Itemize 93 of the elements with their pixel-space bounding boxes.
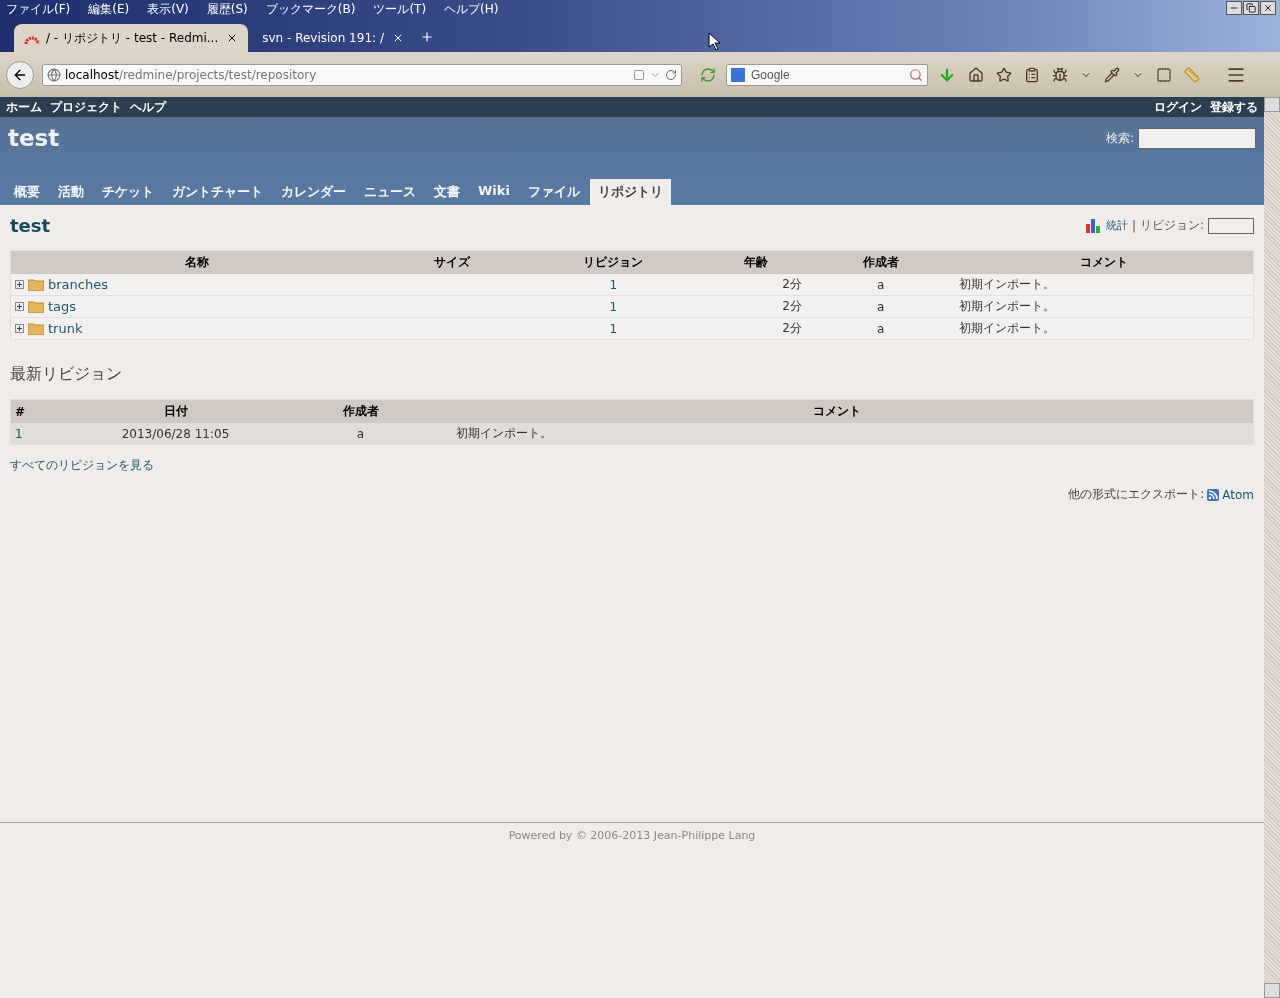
comment-cell: 初期インポート。	[420, 423, 1254, 445]
revision-field[interactable]	[1208, 217, 1254, 234]
menu-item[interactable]: 履歴(S)	[206, 0, 248, 18]
export-label: 他の形式にエクスポート:	[1068, 486, 1205, 503]
project-tab[interactable]: 活動	[50, 179, 92, 205]
comment-cell: 初期インポート。	[959, 321, 1056, 335]
age-cell: 2分	[782, 277, 802, 291]
search-icon	[909, 67, 923, 82]
author-cell: a	[876, 299, 885, 314]
revision-link[interactable]: 1	[609, 321, 618, 336]
folder-icon	[28, 322, 44, 335]
column-header: 作成者	[300, 399, 421, 423]
all-revisions-link[interactable]: すべてのリビジョンを見る	[10, 458, 154, 472]
close-button[interactable]	[1260, 1, 1276, 15]
top-menu-link[interactable]: ヘルプ	[130, 98, 166, 116]
column-header: #	[10, 399, 51, 423]
age-cell: 2分	[782, 321, 802, 335]
reload-icon	[665, 68, 677, 81]
revision-link[interactable]: 1	[15, 426, 23, 441]
project-tab[interactable]: Wiki	[470, 179, 518, 205]
top-menu-link[interactable]: ログイン	[1154, 98, 1202, 116]
url-text: localhost/redmine/projects/test/repository	[65, 67, 318, 82]
revision-link[interactable]: 1	[609, 277, 618, 292]
column-header: リビジョン	[520, 250, 707, 274]
project-tab[interactable]: ニュース	[356, 179, 424, 205]
expand-icon[interactable]	[15, 324, 24, 333]
menu-item[interactable]: ツール(T)	[373, 0, 427, 18]
restore-button[interactable]	[1243, 1, 1259, 15]
search-field[interactable]	[1138, 127, 1256, 149]
menu-item[interactable]: ヘルプ(H)	[444, 0, 499, 18]
age-cell: 2分	[782, 299, 802, 313]
menu-item[interactable]: 編集(E)	[88, 0, 130, 18]
feed-icon	[1207, 488, 1220, 501]
project-tab[interactable]: ファイル	[519, 179, 588, 205]
close-icon	[1263, 3, 1273, 13]
browser-tab[interactable]: svn - Revision 191: /	[252, 24, 414, 52]
column-header: 名称	[10, 250, 384, 274]
web-search-field[interactable]: Google	[749, 66, 905, 83]
menu-item[interactable]: 表示(V)	[147, 0, 189, 18]
column-header: サイズ	[383, 250, 521, 274]
page-title: test	[10, 215, 51, 236]
mouse-cursor-icon	[708, 32, 720, 50]
author-cell: a	[876, 321, 885, 336]
project-tab[interactable]: チケット	[94, 179, 162, 205]
search-engine-icon	[731, 67, 745, 82]
project-tab[interactable]: 文書	[426, 179, 468, 205]
comment-cell: 初期インポート。	[959, 277, 1056, 291]
restore-icon	[1246, 3, 1256, 13]
atom-link[interactable]: Atom	[1222, 487, 1254, 502]
column-header: 日付	[50, 399, 301, 423]
plus-icon	[419, 30, 434, 44]
footer-text: Powered by © 2006-2013 Jean-Philippe Lang	[508, 829, 756, 844]
expand-icon[interactable]	[15, 302, 24, 311]
search-label: 検索:	[1105, 129, 1134, 147]
scrollbar[interactable]	[1264, 97, 1280, 998]
web-search-bar[interactable]: Google	[726, 63, 928, 86]
revision-label: リビジョン:	[1139, 217, 1204, 234]
folder-icon	[28, 300, 44, 313]
folder-link[interactable]: trunk	[48, 321, 83, 336]
top-menu-link[interactable]: 登録する	[1210, 98, 1258, 116]
minimize-button[interactable]	[1226, 1, 1242, 15]
top-menu-link[interactable]: プロジェクト	[50, 98, 122, 116]
separator-text: |	[1131, 218, 1136, 233]
column-header: コメント	[420, 399, 1254, 423]
comment-cell: 初期インポート。	[959, 299, 1056, 313]
date-cell: 2013/06/28 11:05	[50, 423, 301, 445]
project-tab[interactable]: カレンダー	[273, 179, 354, 205]
expand-icon[interactable]	[15, 280, 24, 289]
tab-title: svn - Revision 191: /	[262, 31, 384, 45]
menu-item[interactable]: ファイル(F)	[6, 0, 71, 18]
menu-item[interactable]: ブックマーク(B)	[265, 0, 356, 18]
top-menu-link[interactable]: ホーム	[6, 98, 42, 116]
folder-icon	[28, 278, 44, 291]
project-tab[interactable]: リポジトリ	[589, 179, 671, 205]
tab-title: / - リポジトリ - test - Redmi...	[46, 29, 219, 47]
folder-link[interactable]: branches	[48, 277, 108, 292]
column-header: 年齢	[706, 250, 806, 274]
revision-link[interactable]: 1	[609, 299, 618, 314]
address-bar[interactable]: localhost/redmine/projects/test/repository	[42, 63, 682, 86]
column-header: 作成者	[806, 250, 956, 274]
project-tab[interactable]: ガントチャート	[164, 179, 271, 205]
stats-link[interactable]: 統計	[1105, 218, 1128, 233]
browser-tab[interactable]: / - リポジトリ - test - Redmi...	[14, 24, 249, 52]
author-cell: a	[300, 423, 421, 445]
folder-link[interactable]: tags	[48, 299, 77, 314]
project-tab[interactable]: 概要	[6, 179, 48, 205]
column-header: コメント	[955, 250, 1254, 274]
section-heading: 最新リビジョン	[10, 364, 123, 385]
back-button[interactable]	[6, 60, 34, 89]
author-cell: a	[876, 277, 885, 292]
globe-icon	[47, 67, 61, 82]
bar-chart-icon	[1085, 218, 1102, 233]
project-title: test	[8, 125, 60, 151]
